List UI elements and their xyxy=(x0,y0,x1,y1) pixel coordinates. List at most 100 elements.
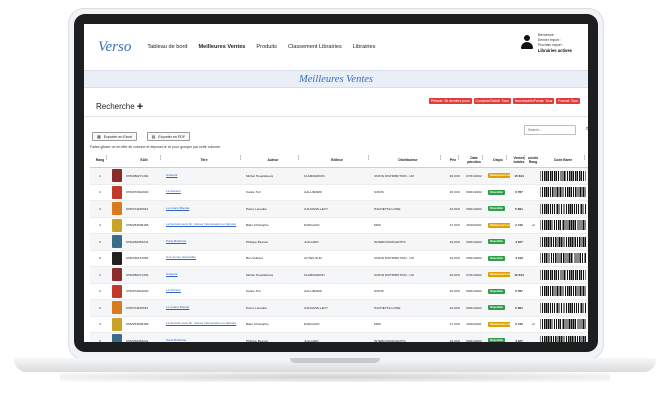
header-distributeur[interactable]: Distributeur ⋮ xyxy=(372,152,444,167)
book-cover-thumbnail[interactable] xyxy=(112,284,122,298)
rank-cell: 3 xyxy=(99,206,101,211)
price-cell: 27,00 € xyxy=(449,223,460,228)
availability-cell: Réimpression en cours xyxy=(486,222,510,228)
header-auteur[interactable]: Auteur ⋮ xyxy=(244,152,302,167)
table-row[interactable]: 3 9782701165913 Le Grand Mande Pierre Lemai… xyxy=(90,300,588,317)
table-row[interactable]: 4 9782253008168 La Société sans fin: refus… xyxy=(90,218,588,234)
table-row[interactable]: 1 9782080271302 Anéantir Michel Houellebecq… xyxy=(90,168,588,185)
author-cell: Karine Tuil xyxy=(246,289,261,294)
date-cell: 05/01/2022 xyxy=(466,256,482,261)
date-cell: 06/01/2022 xyxy=(466,338,482,342)
title-link[interactable]: La Société sans fin: refuser l'atomisati… xyxy=(166,322,242,326)
scroll-up-icon[interactable]: ^ xyxy=(579,177,581,183)
grid-search-input[interactable]: Search... ⌕ xyxy=(524,125,588,135)
title-link[interactable]: Anéantir xyxy=(166,273,242,277)
title-link[interactable]: Une année fascinable xyxy=(166,256,242,260)
distributor-cell: HACHETTE LIVRE xyxy=(374,206,401,211)
sales-cell: 5 691 xyxy=(515,206,523,211)
search-toggle[interactable]: Recherche + xyxy=(96,101,143,112)
title-link[interactable]: Le Grand Mande xyxy=(166,207,242,211)
availability-cell: Disponible xyxy=(486,305,510,311)
grid-body: 1 9782080271302 Anéantir Michel Houellebecq… xyxy=(90,168,588,342)
search-icon[interactable]: ⌕ xyxy=(586,126,588,133)
nav-item-dashboard[interactable]: Tableau de bord xyxy=(147,44,187,50)
title-cell: Anéantir xyxy=(164,174,244,178)
book-cover-thumbnail[interactable] xyxy=(112,235,122,249)
header-rang[interactable]: Rang ⋮ xyxy=(90,152,110,167)
header-evol[interactable]: Evolution Rang xyxy=(528,152,538,167)
grid-header: Rang ⋮ EAN ⋮ Titre ⋮ Auteur ⋮ Editeur ⋮ Distr… xyxy=(90,152,588,168)
grid-scrollbar[interactable]: ^ xyxy=(579,168,584,338)
table-row[interactable]: 5 9782260054241 Paris-Brisbane Philippe Bes… xyxy=(90,333,588,342)
nav-item-best-sellers[interactable]: Meilleures Ventes xyxy=(198,44,245,50)
date-cell: 06/01/2022 xyxy=(466,239,482,244)
title-link[interactable]: Anéantir xyxy=(166,174,242,178)
availability-cell: Disponible xyxy=(486,239,510,245)
sales-cell: 2 416 xyxy=(515,223,523,228)
filter-tag-period[interactable]: Période: 26 derniers jours xyxy=(428,98,472,104)
table-row[interactable]: 4 9782253008168 La Société sans fin: refus… xyxy=(90,317,588,333)
filter-tag-distributor[interactable]: Comptoir/Distrib: Tous xyxy=(473,98,511,104)
ean-cell: 9782260054241 xyxy=(126,338,149,342)
distributor-cell: UNION DISTRIBUTION - UD xyxy=(374,272,414,277)
book-cover-thumbnail[interactable] xyxy=(112,334,122,342)
publisher-cell: GALLIMARD xyxy=(304,289,322,294)
sales-cell: 2 416 xyxy=(515,322,523,327)
header-date[interactable]: Date parution ⋮ xyxy=(462,152,486,167)
publisher-cell: CALMANN-LEVY xyxy=(304,206,329,211)
availability-badge: Disponible xyxy=(488,189,505,195)
header-dispo[interactable]: Dispo ⋮ xyxy=(486,152,510,167)
filter-tag-format[interactable]: Format: Tous xyxy=(556,98,580,104)
user-menu[interactable]: Bienvenue Dernier import : Prochain impo… xyxy=(520,33,572,53)
book-cover-thumbnail[interactable] xyxy=(112,301,122,315)
book-cover-thumbnail[interactable] xyxy=(112,185,122,199)
book-cover-thumbnail[interactable] xyxy=(112,202,122,216)
header-barcode[interactable]: Code Barre ⋮ xyxy=(538,152,588,167)
ean-cell: 9782080271302 xyxy=(126,173,149,178)
header-ean[interactable]: EAN ⋮ xyxy=(124,152,164,167)
cover-cell xyxy=(110,185,124,199)
nav-item-bookstore-ranking[interactable]: Classement Librairies xyxy=(288,44,342,50)
book-cover-thumbnail[interactable] xyxy=(112,268,122,282)
ean-cell: 9782072942640 xyxy=(126,289,149,294)
table-row[interactable]: 3 9782701165913 Le Grand Mande Pierre Lemai… xyxy=(90,201,588,218)
availability-badge: Réimpression en cours xyxy=(488,173,510,179)
distributor-cell: INTERFORUM EDITIS xyxy=(374,239,406,244)
active-libraries: Librairies actives xyxy=(537,48,572,53)
table-row[interactable]: 2 9782072942640 La divinion Karine Tuil GALL… xyxy=(90,185,588,201)
title-link[interactable]: Le Grand Mande xyxy=(166,306,242,310)
cover-cell xyxy=(110,284,124,298)
title-link[interactable]: La Société sans fin: refuser l'atomisati… xyxy=(166,223,242,227)
header-prix[interactable]: Prix ⋮ xyxy=(444,152,462,167)
book-cover-thumbnail[interactable] xyxy=(112,218,122,232)
header-titre[interactable]: Titre ⋮ xyxy=(164,152,244,167)
nav-item-bookstores[interactable]: Librairies xyxy=(353,44,376,50)
table-row[interactable]: 5 9782260054241 Paris-Brisbane Philippe Bes… xyxy=(90,234,588,251)
title-link[interactable]: La divinion xyxy=(166,190,242,194)
price-cell: 20,00 € xyxy=(449,289,460,294)
header-ventes[interactable]: Ventes totales ⋮ xyxy=(510,152,528,167)
export-excel-button[interactable]: ▦ Exporter en Excel xyxy=(92,132,138,141)
title-link[interactable]: La divinion xyxy=(166,289,242,293)
book-cover-thumbnail[interactable] xyxy=(112,251,122,265)
nav-item-products[interactable]: Produits xyxy=(256,44,277,50)
availability-badge: Disponible xyxy=(488,288,505,294)
title-link[interactable]: Paris-Brisbane xyxy=(166,240,242,244)
filter-tag-new-backlist[interactable]: Nouveautés/Fonds: Tous xyxy=(512,98,555,104)
book-cover-thumbnail[interactable] xyxy=(112,317,122,331)
header-editeur[interactable]: Editeur ⋮ xyxy=(302,152,372,167)
rank-cell: 5 xyxy=(99,338,101,342)
cover-cell xyxy=(110,268,124,282)
export-pdf-button[interactable]: ▤ Exporter en PDF xyxy=(146,132,191,141)
title-link[interactable]: Paris-Brisbane xyxy=(166,339,242,342)
price-cell: 19,00 € xyxy=(449,338,460,342)
table-row[interactable]: 6 9782330157652 Une année fascinable Ben Vo… xyxy=(90,251,588,267)
table-row[interactable]: 1 9782080271302 Anéantir Michel Houellebecq… xyxy=(90,267,588,284)
table-row[interactable]: 2 9782072942640 La divinion Karine Tuil GALL… xyxy=(90,284,588,300)
app-logo[interactable]: Verso xyxy=(98,39,131,56)
group-drop-zone[interactable]: Faites glisser un en-tête de colonne et … xyxy=(90,145,221,149)
author-cell: Karine Tuil xyxy=(246,190,261,195)
price-cell: 26,00 € xyxy=(449,173,460,178)
excel-icon: ▦ xyxy=(97,134,101,139)
book-cover-thumbnail[interactable] xyxy=(112,169,122,183)
